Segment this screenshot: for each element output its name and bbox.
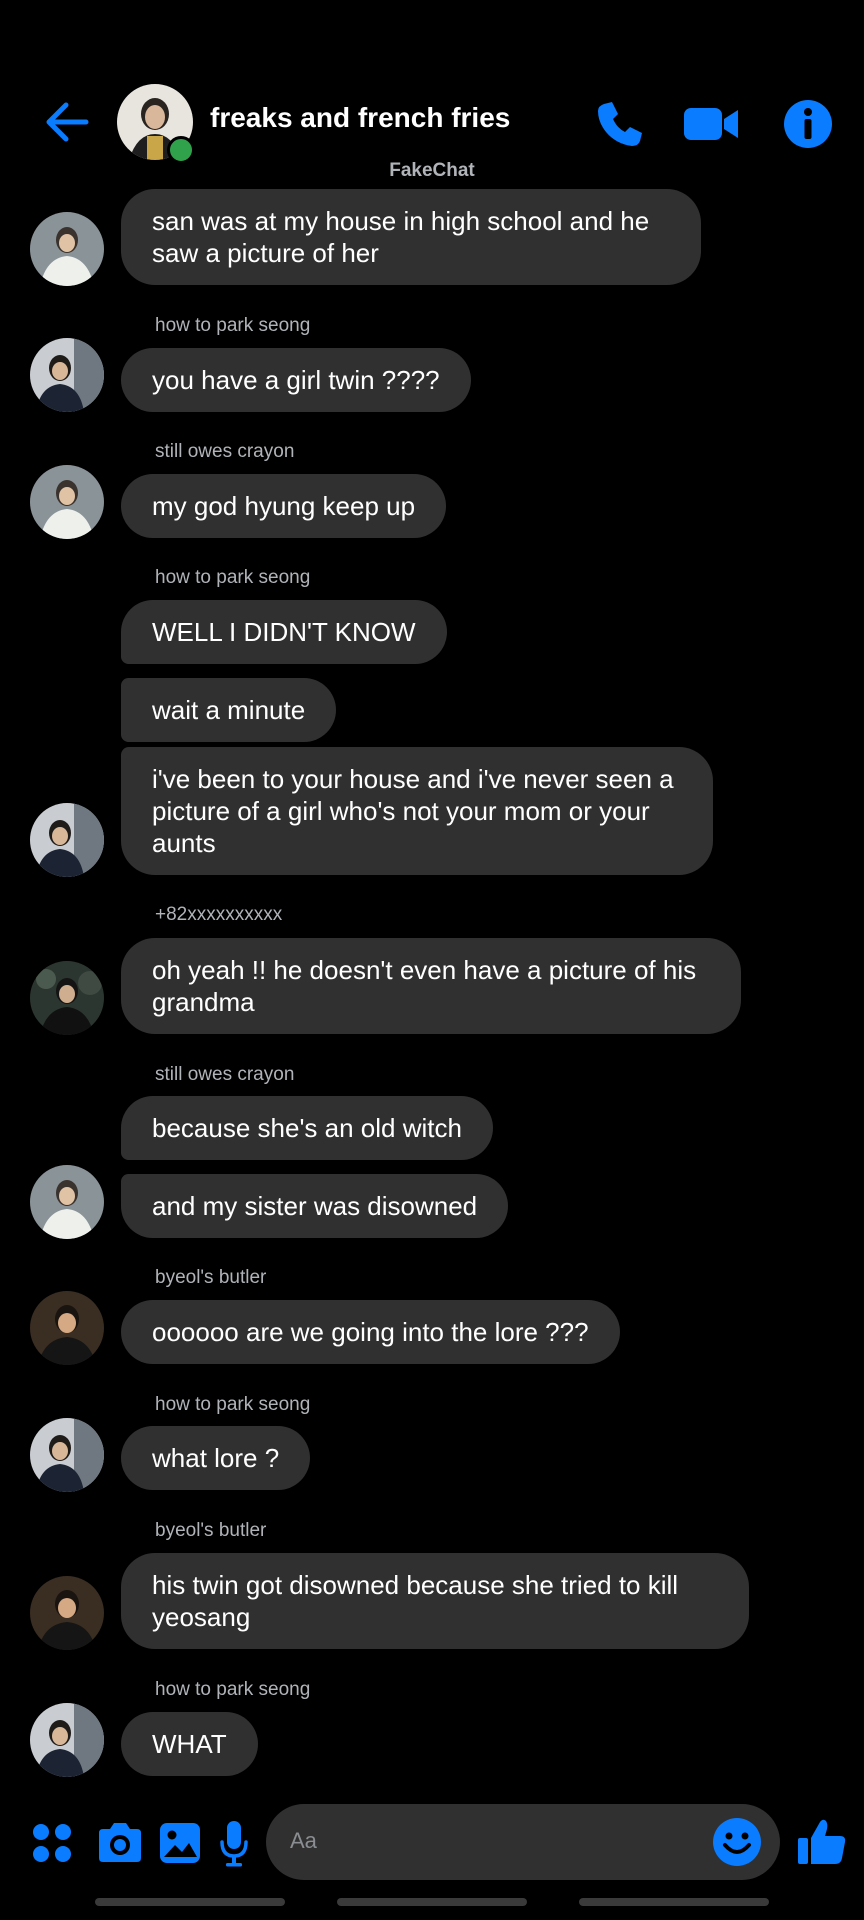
nav-bar-segment [337, 1898, 527, 1906]
sender-name: how to park seong [155, 1394, 311, 1415]
smiley-icon[interactable] [712, 1817, 762, 1867]
avatar[interactable] [30, 1291, 104, 1365]
nav-bar-segment [95, 1898, 285, 1906]
info-icon[interactable] [782, 98, 834, 150]
chat-header: freaks and french fries [0, 80, 864, 164]
message-bubble[interactable]: san was at my house in high school and h… [121, 189, 701, 285]
avatar[interactable] [30, 338, 104, 412]
message-bubble[interactable]: WELL I DIDN'T KNOW [121, 600, 447, 664]
message-bubble[interactable]: you have a girl twin ???? [121, 348, 471, 412]
avatar[interactable] [30, 1418, 104, 1492]
message-bubble[interactable]: WHAT [121, 1712, 258, 1776]
video-camera-icon[interactable] [682, 98, 740, 150]
message-input[interactable]: Aa [266, 1804, 780, 1880]
image-icon[interactable] [157, 1818, 203, 1868]
microphone-icon[interactable] [218, 1818, 250, 1868]
four-dots-icon[interactable] [30, 1818, 74, 1868]
message-bubble[interactable]: oooooo are we going into the lore ??? [121, 1300, 620, 1364]
message-bubble[interactable]: because she's an old witch [121, 1096, 493, 1160]
avatar[interactable] [30, 1576, 104, 1650]
avatar[interactable] [30, 961, 104, 1035]
message-bubble[interactable]: oh yeah !! he doesn't even have a pictur… [121, 938, 741, 1034]
message-bubble[interactable]: i've been to your house and i've never s… [121, 747, 713, 875]
avatar[interactable] [30, 465, 104, 539]
sender-name: still owes crayon [155, 1064, 295, 1085]
message-bubble[interactable]: wait a minute [121, 678, 337, 742]
message-bubble[interactable]: what lore ? [121, 1426, 311, 1490]
avatar[interactable] [30, 212, 104, 286]
phone-icon[interactable] [594, 98, 646, 150]
avatar[interactable] [30, 1703, 104, 1777]
sender-name: byeol's butler [155, 1267, 267, 1288]
camera-icon[interactable] [95, 1818, 145, 1868]
sender-name: still owes crayon [155, 441, 295, 462]
avatar[interactable] [30, 1165, 104, 1239]
sender-name: byeol's butler [155, 1520, 267, 1541]
message-input-placeholder: Aa [290, 1828, 317, 1853]
message-bubble[interactable]: my god hyung keep up [121, 474, 447, 538]
sender-name: how to park seong [155, 567, 311, 588]
avatar[interactable] [30, 803, 104, 877]
sender-name: +82xxxxxxxxxx [155, 904, 283, 925]
sender-name: how to park seong [155, 315, 311, 336]
back-arrow-icon[interactable] [40, 96, 92, 148]
message-bubble[interactable]: his twin got disowned because she tried … [121, 1553, 749, 1649]
app-watermark-label: FakeChat [389, 160, 475, 181]
thumbs-up-icon[interactable] [796, 1816, 848, 1868]
message-bubble[interactable]: and my sister was disowned [121, 1174, 509, 1238]
sender-name: how to park seong [155, 1679, 311, 1700]
nav-bar-segment [579, 1898, 769, 1906]
chat-title[interactable]: freaks and french fries [210, 102, 510, 134]
